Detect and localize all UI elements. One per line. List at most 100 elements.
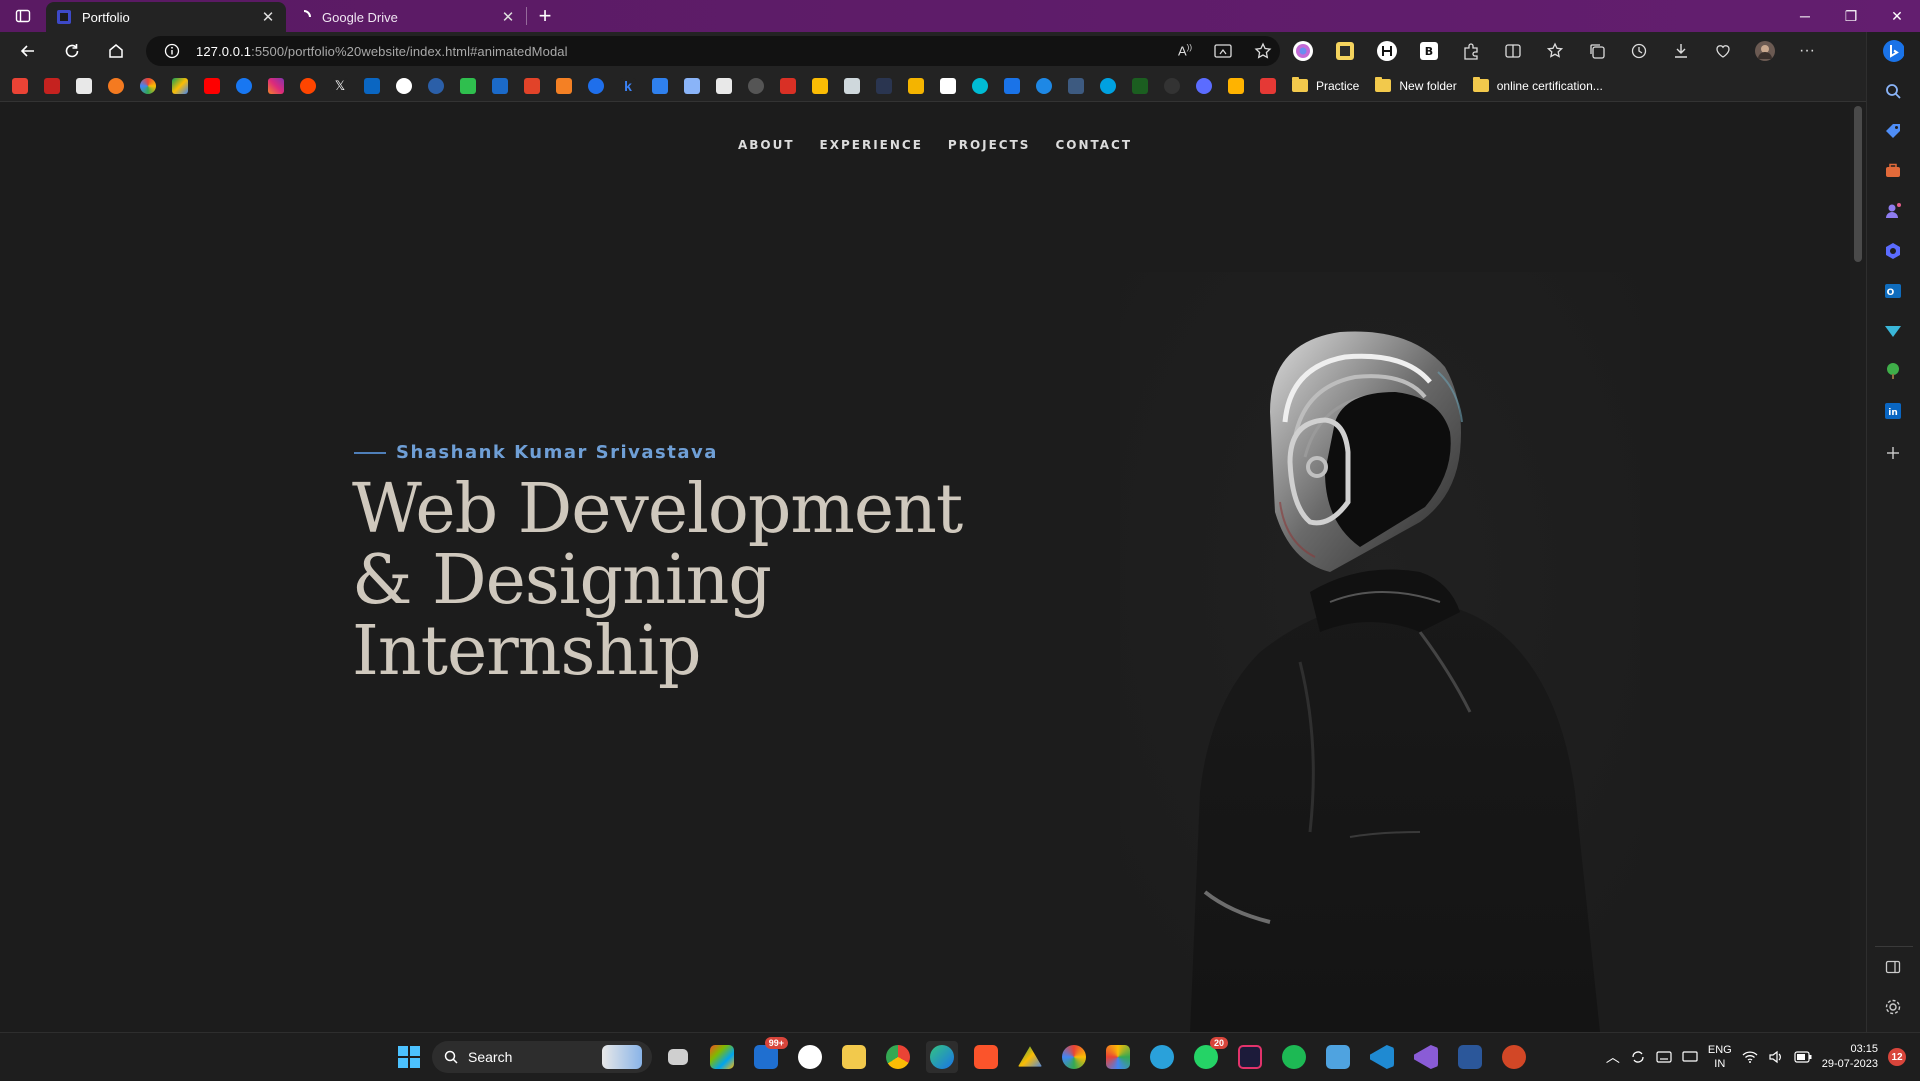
salesforce-bookmark-icon[interactable] — [1100, 77, 1116, 94]
video-app-icon[interactable] — [1234, 1041, 1266, 1073]
volume-icon[interactable] — [1768, 1050, 1784, 1064]
messenger-icon[interactable] — [794, 1041, 826, 1073]
games-icon[interactable] — [1882, 200, 1904, 222]
microsoft-store-icon[interactable] — [706, 1041, 738, 1073]
badge-bookmark-icon[interactable] — [1228, 77, 1244, 94]
nav-contact-link[interactable]: CONTACT — [1055, 138, 1132, 152]
spotify-icon[interactable] — [1278, 1041, 1310, 1073]
unstop-bookmark-icon[interactable] — [428, 77, 444, 94]
favorites-icon[interactable] — [1544, 40, 1566, 62]
collections-icon[interactable] — [1586, 40, 1608, 62]
notifications-badge[interactable]: 12 — [1888, 1048, 1906, 1066]
whatsapp-icon[interactable]: 20 — [1190, 1037, 1228, 1073]
k-bookmark-icon[interactable]: k — [620, 77, 636, 94]
profile-avatar[interactable] — [1754, 40, 1776, 62]
favorite-star-icon[interactable] — [1254, 42, 1272, 60]
x-bookmark-icon[interactable]: 𝕏 — [332, 77, 348, 94]
nav-experience-link[interactable]: EXPERIENCE — [820, 138, 923, 152]
brave-icon[interactable] — [970, 1041, 1002, 1073]
bookmark-folder-online-certification[interactable]: online certification... — [1472, 77, 1603, 93]
tab-portfolio[interactable]: Portfolio ✕ — [46, 2, 286, 32]
hide-sidebar-icon[interactable] — [1882, 956, 1904, 978]
c-app-bookmark-icon[interactable] — [588, 77, 604, 94]
vscode-icon[interactable] — [1366, 1041, 1398, 1073]
reddit-bookmark-icon[interactable] — [300, 77, 316, 94]
google-photos-icon[interactable] — [1058, 1041, 1090, 1073]
edge-icon[interactable] — [926, 1041, 958, 1073]
taskbar-search[interactable]: Search — [432, 1041, 652, 1073]
refresh-button[interactable] — [50, 32, 94, 70]
copilot-extension-icon[interactable] — [1292, 40, 1314, 62]
bing-copilot-icon[interactable] — [1882, 40, 1904, 62]
performance-icon[interactable] — [1712, 40, 1734, 62]
wifi-icon[interactable] — [1742, 1050, 1758, 1064]
site-info-icon[interactable] — [154, 43, 190, 59]
close-tab-icon[interactable]: ✕ — [500, 9, 516, 26]
notes-extension-icon[interactable] — [1334, 40, 1356, 62]
notepad-icon[interactable] — [1322, 1041, 1354, 1073]
v-bookmark-icon[interactable] — [1004, 77, 1020, 94]
red-app-bookmark-icon[interactable] — [780, 77, 796, 94]
back-button[interactable] — [6, 32, 50, 70]
blue-app-bookmark-icon[interactable] — [492, 77, 508, 94]
dark-circle-bookmark-icon[interactable] — [1164, 77, 1180, 94]
bookmark-folder-practice[interactable]: Practice — [1292, 77, 1359, 93]
bookmark-folder-new-folder[interactable]: New folder — [1375, 77, 1457, 93]
telegram-icon[interactable] — [1146, 1041, 1178, 1073]
blue-diamond-bookmark-icon[interactable] — [652, 77, 668, 94]
chrome-icon[interactable] — [882, 1041, 914, 1073]
more-options-icon[interactable]: ··· — [1796, 40, 1818, 62]
drive-bookmark-icon[interactable] — [172, 77, 188, 94]
file-explorer-icon[interactable] — [838, 1041, 870, 1073]
url-text[interactable]: 127.0.0.1:5500/portfolio%20website/index… — [196, 44, 568, 59]
show-hidden-icons-icon[interactable]: ︿ — [1606, 1047, 1620, 1067]
green-dark-bookmark-icon[interactable] — [1132, 77, 1148, 94]
facebook-bookmark-icon[interactable] — [236, 77, 252, 94]
send-icon[interactable] — [1882, 320, 1904, 342]
sparkle-bookmark-icon[interactable] — [684, 77, 700, 94]
white-app-bookmark-icon[interactable] — [940, 77, 956, 94]
start-button[interactable] — [393, 1041, 425, 1073]
address-bar[interactable]: 127.0.0.1:5500/portfolio%20website/index… — [146, 36, 1280, 66]
language-indicator[interactable]: ENG IN — [1708, 1043, 1732, 1071]
app-available-icon[interactable] — [1214, 43, 1232, 59]
split-screen-icon[interactable] — [1502, 40, 1524, 62]
minimize-button[interactable]: ─ — [1782, 0, 1828, 32]
instagram-bookmark-icon[interactable] — [268, 77, 284, 94]
youtube-bookmark-icon[interactable] — [204, 77, 220, 94]
page-bookmark-icon[interactable] — [76, 77, 92, 94]
stackoverflow-bookmark-icon[interactable] — [556, 77, 572, 94]
linkedin-bookmark-icon[interactable] — [364, 77, 380, 94]
gmail-2-bookmark-icon[interactable] — [44, 77, 60, 94]
shopping-tag-icon[interactable] — [1882, 120, 1904, 142]
cc-bookmark-icon[interactable] — [908, 77, 924, 94]
downloads-icon[interactable] — [1670, 40, 1692, 62]
hackerrank-extension-icon[interactable] — [1376, 40, 1398, 62]
close-window-button[interactable]: ✕ — [1874, 0, 1920, 32]
outlook-icon[interactable]: O — [1882, 280, 1904, 302]
keyboard-icon[interactable] — [1656, 1050, 1672, 1064]
microsoft-365-icon[interactable] — [1882, 240, 1904, 262]
linkedin-sidebar-icon[interactable]: in — [1882, 400, 1904, 422]
add-sidebar-app-icon[interactable] — [1882, 442, 1904, 464]
green-app-bookmark-icon[interactable] — [460, 77, 476, 94]
tools-briefcase-icon[interactable] — [1882, 160, 1904, 182]
history-icon[interactable] — [1628, 40, 1650, 62]
dots-bookmark-icon[interactable] — [748, 77, 764, 94]
home-button[interactable] — [94, 32, 138, 70]
sidebar-settings-icon[interactable] — [1882, 996, 1904, 1018]
clock[interactable]: 03:15 29-07-2023 — [1822, 1042, 1878, 1072]
scrollbar-thumb[interactable] — [1854, 106, 1862, 262]
restore-button[interactable]: ❐ — [1828, 0, 1874, 32]
google-drive-icon[interactable] — [1014, 1041, 1046, 1073]
visual-studio-icon[interactable] — [1410, 1041, 1442, 1073]
github-bookmark-icon[interactable] — [396, 77, 412, 94]
battery-icon[interactable] — [1794, 1051, 1812, 1063]
read-aloud-icon[interactable]: A)) — [1178, 43, 1192, 58]
tab-actions-button[interactable] — [0, 0, 46, 32]
bold-extension-icon[interactable]: B — [1418, 40, 1440, 62]
page-2-bookmark-icon[interactable] — [716, 77, 732, 94]
vi-bookmark-icon[interactable] — [1068, 77, 1084, 94]
tab-google-drive[interactable]: Google Drive ✕ — [286, 2, 526, 32]
play-bookmark-icon[interactable] — [1196, 77, 1212, 94]
